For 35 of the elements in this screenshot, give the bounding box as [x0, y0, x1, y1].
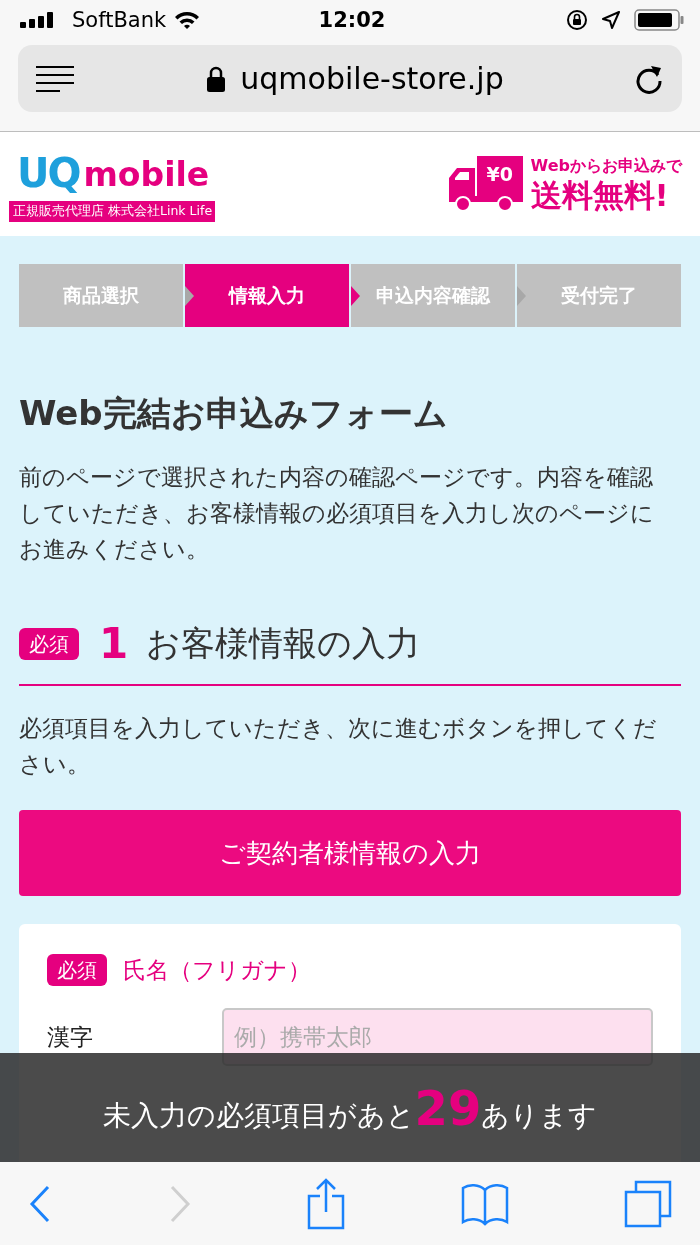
section-button[interactable]: ご契約者様情報の入力 [19, 810, 681, 896]
book-icon[interactable] [460, 1181, 509, 1226]
section-heading: お客様情報の入力 [146, 621, 421, 665]
notice-text: 未入力の必須項目があと 29あります [102, 1079, 598, 1136]
lock-icon [206, 65, 227, 92]
promo-text: Webからお申込みで [530, 155, 682, 177]
logo-tagline: 正規販売代理店 株式会社Link Life [9, 200, 215, 222]
price-label: ¥0 [486, 163, 514, 185]
back-icon[interactable] [28, 1183, 52, 1224]
page-title: Web完結お申込みフォーム [19, 393, 449, 433]
brand-logo[interactable]: UQmobile 正規販売代理店 株式会社Link Life [9, 146, 215, 222]
wifi-icon [174, 10, 201, 30]
instruction-text: 必須項目を入力していただき、次に進むボタンを押してください。 [19, 714, 658, 779]
section-number: 1 [99, 619, 129, 668]
required-badge: 必須 [19, 627, 79, 660]
reload-icon[interactable] [636, 63, 664, 94]
field-label: 漢字 [47, 1022, 94, 1052]
logo-wordmark: UQ [17, 150, 80, 195]
promo-headline: 送料無料! [530, 176, 669, 213]
truck-icon [446, 156, 523, 212]
page-url[interactable]: uqmobile-store.jp [240, 61, 504, 96]
rotation-lock-icon [566, 9, 588, 31]
intro-text: 前のページで選択された内容の確認ページです。内容を確認していただき、お客様情報の必須項目を入力し次のページにお進みください。 [19, 463, 655, 564]
field-group-label: 氏名（フリガナ） [123, 955, 311, 985]
share-icon[interactable] [307, 1177, 345, 1230]
tabs-icon[interactable] [624, 1179, 672, 1228]
step-tab[interactable]: 情報入力 [185, 264, 349, 327]
logo-wordmark: mobile [83, 154, 210, 195]
clock-time: 12:02 [318, 8, 386, 32]
carrier-name: SoftBank [72, 8, 167, 32]
battery-icon [634, 9, 684, 31]
location-arrow-icon [602, 11, 620, 29]
address-bar[interactable]: uqmobile-store.jp [18, 45, 682, 112]
required-badge: 必須 [47, 954, 107, 986]
reader-menu-icon[interactable] [36, 65, 74, 92]
